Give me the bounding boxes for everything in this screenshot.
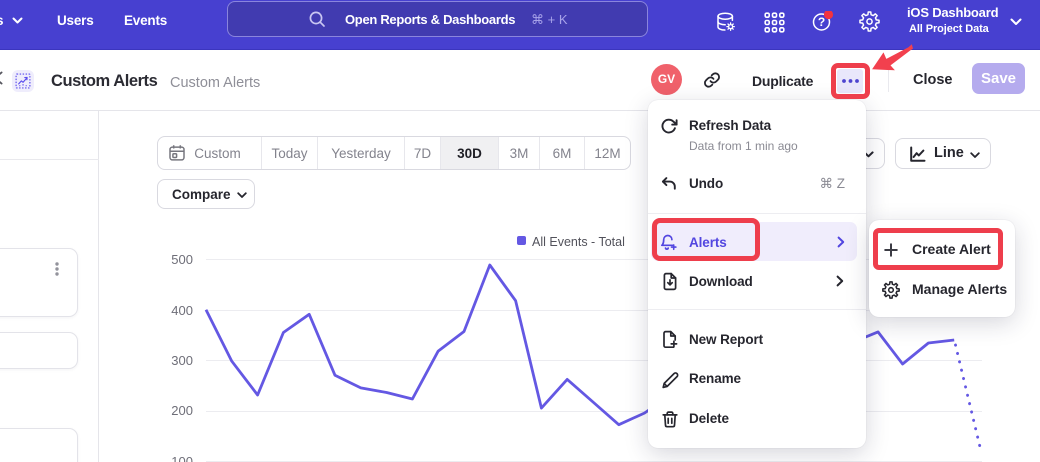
svg-text:?: ? xyxy=(818,15,825,29)
